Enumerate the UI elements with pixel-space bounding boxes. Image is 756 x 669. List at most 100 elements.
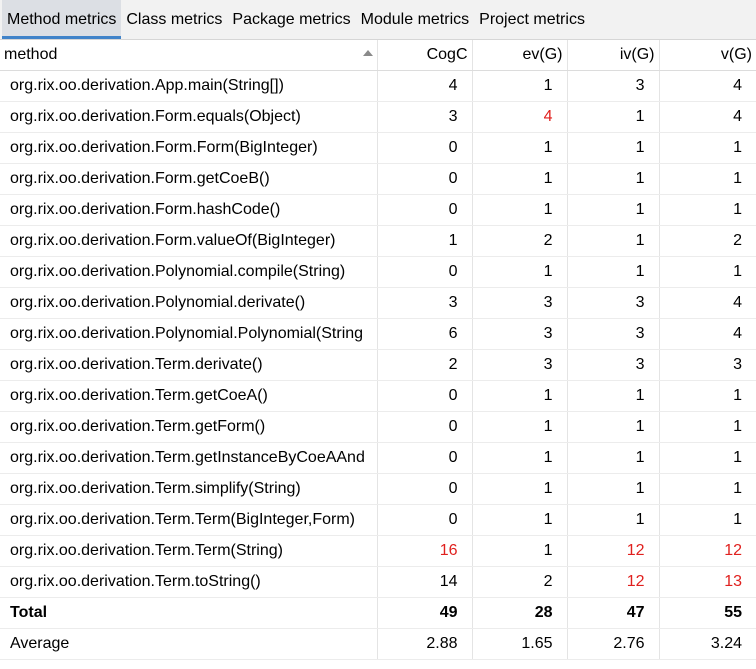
- tab-class-metrics[interactable]: Class metrics: [121, 0, 227, 39]
- table-row[interactable]: org.rix.oo.derivation.Term.getInstanceBy…: [0, 442, 756, 474]
- iv-value-cell: 1: [567, 411, 660, 443]
- column-header-label: method: [4, 45, 58, 63]
- v-value-cell: 4: [659, 287, 756, 319]
- method-name-cell: org.rix.oo.derivation.Form.Form(BigInteg…: [0, 132, 378, 164]
- table-row[interactable]: org.rix.oo.derivation.Polynomial.Polynom…: [0, 318, 756, 350]
- ev-value-cell: 2: [472, 566, 568, 598]
- cogc-value-cell: 2: [377, 349, 473, 381]
- cogc-value-cell: 0: [377, 163, 473, 195]
- iv-value-cell: 3: [567, 349, 660, 381]
- v-value-cell: 1: [659, 380, 756, 412]
- average-v-value: 3.24: [659, 628, 756, 660]
- total-label: Total: [0, 597, 378, 629]
- table-row[interactable]: org.rix.oo.derivation.Polynomial.derivat…: [0, 287, 756, 319]
- table-row[interactable]: org.rix.oo.derivation.Term.getForm() 0 1 1 1: [0, 411, 756, 443]
- method-name-cell: org.rix.oo.derivation.Form.hashCode(): [0, 194, 378, 226]
- column-header-v[interactable]: v(G): [659, 40, 756, 71]
- table-row[interactable]: org.rix.oo.derivation.Form.hashCode() 0 1 1…: [0, 194, 756, 226]
- cogc-value-cell: 6: [377, 318, 473, 350]
- cogc-value-cell: 14: [377, 566, 473, 598]
- v-value-cell: 4: [659, 318, 756, 350]
- ev-value-cell: 1: [472, 473, 568, 505]
- ev-value-cell: 4: [472, 101, 568, 133]
- method-name-cell: org.rix.oo.derivation.Term.derivate(): [0, 349, 378, 381]
- method-name-cell: org.rix.oo.derivation.Polynomial.compile…: [0, 256, 378, 288]
- ev-value-cell: 1: [472, 256, 568, 288]
- v-value-cell: 1: [659, 411, 756, 443]
- v-value-cell: 2: [659, 225, 756, 257]
- v-value-cell: 4: [659, 101, 756, 133]
- cogc-value-cell: 3: [377, 287, 473, 319]
- cogc-value-cell: 1: [377, 225, 473, 257]
- cogc-value-cell: 3: [377, 101, 473, 133]
- table-row[interactable]: org.rix.oo.derivation.Term.Term(BigInteg…: [0, 504, 756, 536]
- cogc-value-cell: 4: [377, 70, 473, 102]
- iv-value-cell: 1: [567, 101, 660, 133]
- cogc-value-cell: 16: [377, 535, 473, 567]
- cogc-value-cell: 0: [377, 132, 473, 164]
- tab-module-metrics[interactable]: Module metrics: [356, 0, 474, 39]
- column-header-iv[interactable]: iv(G): [567, 40, 660, 71]
- ev-value-cell: 3: [472, 349, 568, 381]
- table-row[interactable]: org.rix.oo.derivation.Form.equals(Object…: [0, 101, 756, 133]
- v-value-cell: 1: [659, 163, 756, 195]
- metrics-tab-bar: Method metrics Class metrics Package met…: [0, 0, 756, 40]
- v-value-cell: 1: [659, 194, 756, 226]
- table-row[interactable]: org.rix.oo.derivation.Term.derivate() 2 3 3…: [0, 349, 756, 381]
- total-iv-value: 47: [567, 597, 660, 629]
- table-row[interactable]: org.rix.oo.derivation.Term.getCoeA() 0 1 1 1: [0, 380, 756, 412]
- method-name-cell: org.rix.oo.derivation.Term.Term(BigInteg…: [0, 504, 378, 536]
- ev-value-cell: 1: [472, 70, 568, 102]
- tab-package-metrics[interactable]: Package metrics: [227, 0, 355, 39]
- v-value-cell: 1: [659, 256, 756, 288]
- table-row[interactable]: org.rix.oo.derivation.App.main(String[])…: [0, 70, 756, 102]
- iv-value-cell: 1: [567, 194, 660, 226]
- table-header-row: method CogC ev(G) iv(G) v(G): [0, 40, 756, 71]
- iv-value-cell: 1: [567, 256, 660, 288]
- v-value-cell: 13: [659, 566, 756, 598]
- method-name-cell: org.rix.oo.derivation.Term.getForm(): [0, 411, 378, 443]
- iv-value-cell: 3: [567, 70, 660, 102]
- ev-value-cell: 2: [472, 225, 568, 257]
- method-name-cell: org.rix.oo.derivation.Form.getCoeB(): [0, 163, 378, 195]
- cogc-value-cell: 0: [377, 473, 473, 505]
- method-name-cell: org.rix.oo.derivation.Form.valueOf(BigIn…: [0, 225, 378, 257]
- total-v-value: 55: [659, 597, 756, 629]
- total-cogc-value: 49: [377, 597, 473, 629]
- v-value-cell: 12: [659, 535, 756, 567]
- ev-value-cell: 1: [472, 380, 568, 412]
- cogc-value-cell: 0: [377, 411, 473, 443]
- iv-value-cell: 1: [567, 163, 660, 195]
- ev-value-cell: 1: [472, 535, 568, 567]
- table-row[interactable]: org.rix.oo.derivation.Form.getCoeB() 0 1 1 1: [0, 163, 756, 195]
- ev-value-cell: 1: [472, 411, 568, 443]
- method-name-cell: org.rix.oo.derivation.Form.equals(Object…: [0, 101, 378, 133]
- table-row[interactable]: org.rix.oo.derivation.Term.Term(String) 1…: [0, 535, 756, 567]
- tab-method-metrics[interactable]: Method metrics: [2, 0, 122, 39]
- tab-project-metrics[interactable]: Project metrics: [474, 0, 590, 39]
- method-name-cell: org.rix.oo.derivation.Term.getInstanceBy…: [0, 442, 378, 474]
- column-header-ev[interactable]: ev(G): [472, 40, 568, 71]
- method-name-cell: org.rix.oo.derivation.Polynomial.derivat…: [0, 287, 378, 319]
- ev-value-cell: 3: [472, 318, 568, 350]
- v-value-cell: 4: [659, 70, 756, 102]
- table-row[interactable]: org.rix.oo.derivation.Form.Form(BigInteg…: [0, 132, 756, 164]
- method-name-cell: org.rix.oo.derivation.Term.getCoeA(): [0, 380, 378, 412]
- column-header-cogc[interactable]: CogC: [377, 40, 473, 71]
- average-iv-value: 2.76: [567, 628, 660, 660]
- average-row: Average 2.88 1.65 2.76 3.24: [0, 628, 756, 660]
- method-name-cell: org.rix.oo.derivation.Term.Term(String): [0, 535, 378, 567]
- method-name-cell: org.rix.oo.derivation.Term.simplify(Stri…: [0, 473, 378, 505]
- average-ev-value: 1.65: [472, 628, 568, 660]
- column-header-method[interactable]: method: [0, 40, 378, 71]
- iv-value-cell: 1: [567, 442, 660, 474]
- table-row[interactable]: org.rix.oo.derivation.Form.valueOf(BigIn…: [0, 225, 756, 257]
- iv-value-cell: 1: [567, 504, 660, 536]
- iv-value-cell: 1: [567, 225, 660, 257]
- method-name-cell: org.rix.oo.derivation.Term.toString(): [0, 566, 378, 598]
- table-row[interactable]: org.rix.oo.derivation.Term.simplify(Stri…: [0, 473, 756, 505]
- table-row[interactable]: org.rix.oo.derivation.Polynomial.compile…: [0, 256, 756, 288]
- iv-value-cell: 12: [567, 535, 660, 567]
- average-label: Average: [0, 628, 378, 660]
- table-row[interactable]: org.rix.oo.derivation.Term.toString() 14 2…: [0, 566, 756, 598]
